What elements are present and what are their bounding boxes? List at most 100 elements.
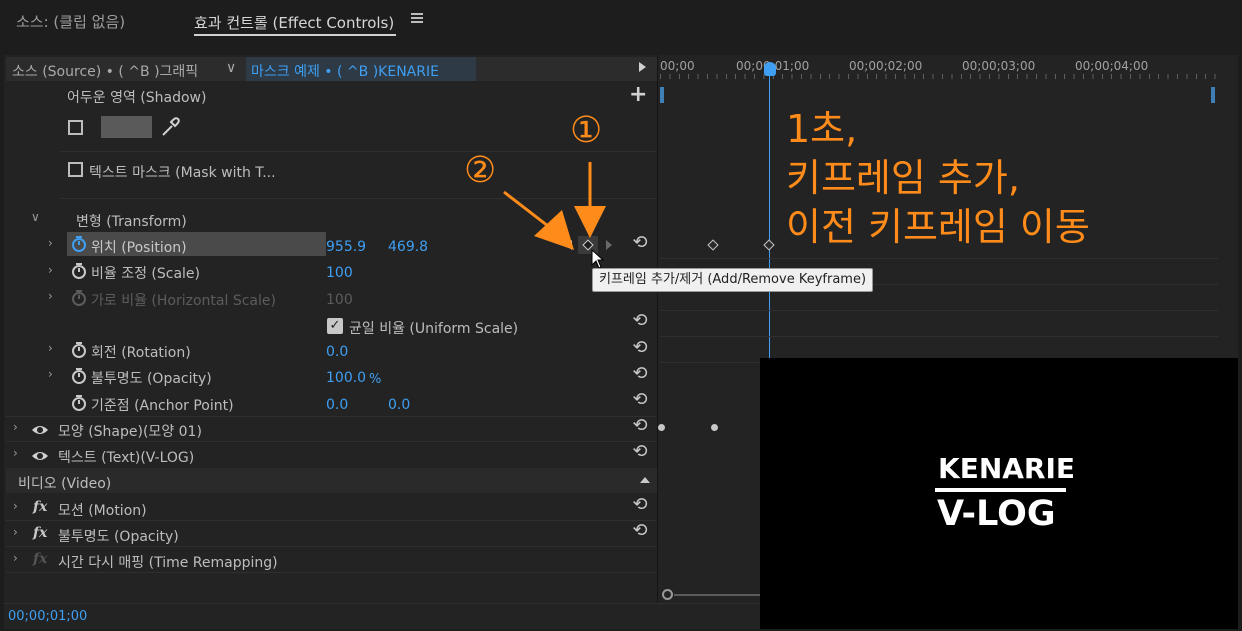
stopwatch-icon[interactable] [71, 236, 87, 252]
chevron-right-icon[interactable]: › [13, 420, 18, 434]
mask-text-checkbox[interactable] [68, 162, 83, 177]
stopwatch-icon [71, 290, 87, 306]
rotation-value[interactable]: 0.0 [326, 344, 348, 360]
annotation-circle-two: ② [464, 150, 497, 191]
reset-icon[interactable]: ⟲ [630, 522, 650, 540]
chevron-right-icon[interactable]: › [13, 525, 18, 539]
chevron-right-icon[interactable]: › [48, 367, 53, 381]
time-remapping-label: 시간 다시 매핑 (Time Remapping) [58, 555, 278, 571]
reset-icon[interactable]: ⟲ [630, 443, 650, 461]
annotation-arrow-diagonal [500, 188, 578, 258]
tab-active-underline [194, 34, 396, 36]
scale-label: 비율 조정 (Scale) [91, 266, 201, 282]
mask-text-label: 텍스트 마스크 (Mask with T... [89, 165, 276, 181]
source-clip-label[interactable]: 소스 (Source) • ( ^B )그래픽 [12, 61, 198, 81]
divider [660, 258, 1218, 259]
divider [6, 520, 657, 521]
current-timecode[interactable]: 00;00;01;00 [8, 609, 87, 624]
chevron-right-icon[interactable]: › [13, 446, 18, 460]
fx-icon: fx [33, 551, 48, 567]
divider [660, 362, 760, 363]
shadow-checkbox[interactable] [68, 120, 83, 135]
timecode-label: 00;00 [660, 59, 695, 73]
divider [60, 151, 657, 152]
timeline-zoom-handle[interactable] [662, 589, 673, 600]
panel-divider[interactable] [657, 55, 658, 603]
divider [6, 441, 657, 442]
annotation-line-3: 이전 키프레임 이동 [786, 205, 1090, 249]
divider [660, 336, 1218, 337]
add-plus-icon[interactable]: + [629, 82, 647, 107]
anchor-x-value[interactable]: 0.0 [326, 397, 348, 413]
stopwatch-icon[interactable] [71, 395, 87, 411]
play-triangle-icon[interactable] [639, 62, 646, 72]
reset-icon[interactable]: ⟲ [630, 391, 650, 409]
collapse-up-icon[interactable] [640, 477, 650, 483]
reset-icon[interactable]: ⟲ [630, 312, 650, 330]
chevron-right-icon[interactable]: › [13, 499, 18, 513]
transform-label: 변형 (Transform) [76, 214, 187, 230]
uniform-scale-checkbox[interactable]: ✓ [327, 318, 343, 334]
playhead-handle[interactable] [764, 62, 776, 76]
chevron-down-icon[interactable]: ∨ [226, 60, 236, 76]
shape-label: 모양 (Shape)(모양 01) [58, 424, 202, 440]
timeline-zoom-track[interactable] [674, 594, 760, 596]
uniform-scale-label: 균일 비율 (Uniform Scale) [349, 321, 519, 337]
chevron-right-icon[interactable]: › [48, 341, 53, 355]
stopwatch-icon[interactable] [71, 263, 87, 279]
keyframe-dot[interactable] [658, 424, 665, 431]
keyframe-dot[interactable] [711, 424, 718, 431]
sequence-clip-label[interactable]: 마스크 예제 • ( ^B )KENARIE [251, 61, 439, 81]
text-layer-label: 텍스트 (Text)(V-LOG) [58, 450, 195, 466]
anchor-y-value[interactable]: 0.0 [388, 397, 410, 413]
reset-icon[interactable]: ⟲ [630, 496, 650, 514]
eyedropper-icon[interactable] [160, 116, 180, 138]
eye-icon[interactable] [31, 424, 49, 440]
timecode-label: 00;00;03;00 [962, 59, 1036, 73]
position-x-value[interactable]: 955.9 [326, 239, 366, 255]
tab-effect-controls[interactable]: 효과 컨트롤 (Effect Controls) [194, 12, 394, 33]
motion-label: 모션 (Motion) [58, 503, 147, 519]
divider [6, 546, 657, 547]
opacity-label: 불투명도 (Opacity) [91, 371, 212, 387]
tooltip: 키프레임 추가/제거 (Add/Remove Keyframe) [592, 268, 874, 292]
preview-divider [935, 488, 1066, 492]
shadow-label: 어두운 영역 (Shadow) [67, 90, 207, 106]
annotation-circle-one: ① [570, 110, 603, 151]
reset-icon[interactable]: ⟲ [630, 417, 650, 435]
reset-icon[interactable]: ⟲ [630, 234, 650, 252]
eye-icon[interactable] [31, 450, 49, 466]
in-point-marker[interactable] [660, 87, 664, 103]
fx-icon[interactable]: fx [33, 525, 47, 541]
tab-bar [0, 0, 1242, 42]
horizontal-scale-value: 100 [326, 292, 353, 308]
reset-icon[interactable]: ⟲ [630, 365, 650, 383]
rotation-label: 회전 (Rotation) [91, 345, 191, 361]
divider [6, 572, 657, 573]
chevron-right-icon[interactable]: › [48, 263, 53, 277]
hamburger-icon[interactable] [411, 12, 423, 24]
chevron-right-icon[interactable]: › [48, 236, 53, 250]
timecode-label: 00;00;02;00 [849, 59, 923, 73]
video-section-label: 비디오 (Video) [18, 476, 112, 492]
position-label: 위치 (Position) [91, 240, 187, 256]
annotation-line-1: 1초, [786, 107, 858, 151]
chevron-right-icon: › [48, 289, 53, 303]
preview-subtitle: V-LOG [937, 494, 1056, 534]
timecode-label: 00;00;04;00 [1075, 59, 1149, 73]
out-point-marker[interactable] [1211, 87, 1215, 103]
opacity-value[interactable]: 100.0 [326, 370, 366, 386]
chevron-right-icon[interactable]: › [13, 551, 18, 565]
reset-icon[interactable]: ⟲ [630, 339, 650, 357]
stopwatch-icon[interactable] [71, 342, 87, 358]
shadow-color-swatch[interactable] [101, 116, 152, 138]
chevron-down-icon[interactable]: ∨ [31, 210, 40, 224]
tab-source[interactable]: 소스: (클립 없음) [16, 11, 125, 32]
stopwatch-icon[interactable] [71, 368, 87, 384]
preview-title: KENARIE [938, 452, 1076, 485]
fx-icon[interactable]: fx [33, 499, 47, 515]
scale-value[interactable]: 100 [326, 265, 353, 281]
divider [660, 310, 1218, 311]
position-y-value[interactable]: 469.8 [388, 239, 428, 255]
ruler-ticks [660, 74, 1220, 79]
